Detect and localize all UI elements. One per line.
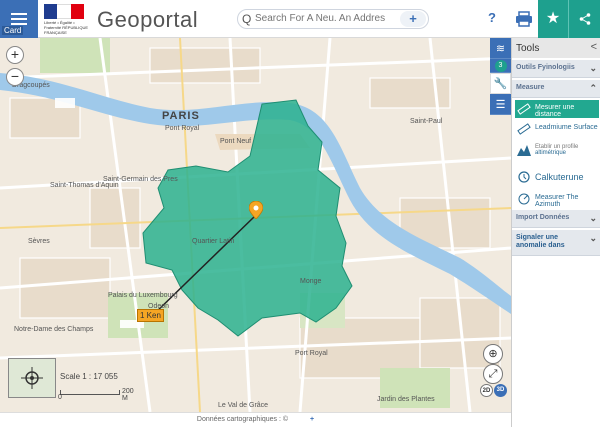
- chevron-down-icon: ⌄: [589, 213, 597, 223]
- expand-icon: ⤢: [488, 368, 498, 380]
- section-label: Measure: [516, 84, 545, 91]
- street-label: Monge: [300, 278, 322, 285]
- tool-label: Calkuterune: [535, 172, 584, 182]
- search-icon: Q: [242, 12, 252, 26]
- overview-minimap[interactable]: [8, 358, 56, 398]
- fullscreen-button[interactable]: ⤢: [483, 364, 503, 384]
- zoom-in-button[interactable]: +: [6, 46, 24, 64]
- city-label: PARIS: [162, 110, 200, 122]
- street-label: Quartier Latin: [192, 238, 235, 245]
- wrench-icon: 🔧: [493, 78, 508, 90]
- street-label: Jardin des Plantes: [377, 396, 435, 403]
- scale-bar: [60, 390, 120, 395]
- footer: Données cartographiques : © +: [0, 412, 511, 427]
- section-label: Outils Fyinologiis: [516, 64, 575, 71]
- distance-label: 1 Ken: [137, 309, 164, 322]
- tool-elevation-profile[interactable]: Etablir un profile altimétrique: [515, 140, 599, 164]
- tools-button[interactable]: 🔧: [490, 73, 511, 94]
- search-box: Q +: [237, 9, 429, 29]
- credits-expand-button[interactable]: +: [310, 416, 314, 423]
- street-label: Saint-Paul: [410, 118, 443, 125]
- panel-title: Tools <: [512, 38, 600, 58]
- share-button[interactable]: [568, 0, 600, 38]
- section-report-anomaly[interactable]: Signaler une anomalie dans ⌄: [512, 230, 600, 256]
- tool-label: Measurer The Azimuth: [535, 194, 579, 208]
- hamburger-icon: [11, 18, 27, 20]
- street-label: Pont Neuf: [220, 138, 252, 145]
- scale-text: Scale 1 : 17 055: [60, 372, 118, 381]
- layers-count: 3: [490, 59, 511, 73]
- star-icon: ★: [545, 10, 561, 27]
- legend-button[interactable]: ☰: [490, 94, 511, 115]
- section-graphic-tools[interactable]: Outils Fyinologiis ⌄: [512, 60, 600, 78]
- location-marker-icon[interactable]: [249, 201, 263, 219]
- brand-title[interactable]: Geoportal: [97, 7, 198, 33]
- header: Card Liberté • Égalité • Fraternité RÉPU…: [0, 0, 600, 38]
- crosshair-icon: ⊕: [488, 348, 498, 360]
- geoportal-app: Card Liberté • Égalité • Fraternité RÉPU…: [0, 0, 600, 427]
- street-label: Sèvres: [28, 238, 50, 245]
- tool-measure-azimuth[interactable]: Measurer The Azimuth: [515, 190, 599, 208]
- street-label: Le Val de Grâce: [218, 402, 269, 409]
- scale-zero: 0: [58, 394, 62, 401]
- layers-count-badge: 3: [494, 59, 507, 72]
- layers-button[interactable]: ≋: [490, 38, 511, 59]
- chevron-down-icon: ⌄: [589, 233, 597, 243]
- map-canvas[interactable]: [0, 38, 511, 412]
- tool-measure-surface[interactable]: Leadmiume Surface: [515, 120, 599, 138]
- tool-measure-distance[interactable]: Mesurer une distance: [515, 100, 599, 118]
- zoom-controls: + −: [6, 46, 24, 90]
- layers-icon: ≋: [495, 42, 506, 55]
- side-toolbar: ≋ 3 🔧 ☰: [490, 38, 511, 148]
- mode-2d-button[interactable]: 2D: [480, 384, 493, 397]
- street-label: Palais du Luxembourg: [108, 292, 178, 299]
- chevron-up-icon: ⌃: [589, 83, 597, 93]
- minimap-target-icon: [21, 367, 43, 389]
- ruler-icon: [517, 103, 531, 115]
- geolocate-button[interactable]: ⊕: [483, 344, 503, 364]
- tool-label: Mesurer une distance: [535, 104, 575, 118]
- favorite-button[interactable]: ★: [538, 0, 568, 38]
- map-credits: Données cartographiques : ©: [196, 416, 289, 423]
- street-label: Pont Royal: [165, 125, 200, 132]
- street-label: Notre-Dame des Champs: [14, 326, 94, 333]
- scale-value: 200 M: [122, 388, 134, 402]
- section-measure[interactable]: Measure ⌃: [512, 80, 600, 98]
- mode-3d-button[interactable]: 3D: [494, 384, 507, 397]
- scale-widget: Scale 1 : 17 055 0 200 M: [58, 370, 138, 404]
- tools-panel: Tools < Outils Fyinologiis ⌄ Measure ⌃ M…: [511, 38, 600, 427]
- search-input[interactable]: [255, 13, 385, 24]
- calculator-icon: [518, 171, 530, 183]
- street-label: Port Royal: [295, 350, 328, 357]
- surface-icon: [517, 123, 531, 135]
- section-label: Signaler une anomalie dans: [516, 234, 565, 249]
- map-view[interactable]: PARIS Dragcoupés Saint-Germain des Pres …: [0, 38, 511, 412]
- republique-francaise-logo[interactable]: Liberté • Égalité • Fraternité RÉPUBLIQU…: [44, 4, 92, 35]
- panel-title-text: Tools: [516, 43, 540, 54]
- street-label: Saint-Thomas d'Aquin: [50, 182, 119, 189]
- tool-calculate[interactable]: Calkuterune: [515, 168, 599, 186]
- section-label: Import Données: [516, 214, 570, 221]
- share-icon: [579, 13, 590, 25]
- panel-close-button[interactable]: <: [591, 41, 597, 53]
- french-flag-icon: [44, 4, 84, 19]
- chevron-down-icon: ⌄: [589, 63, 597, 73]
- print-icon[interactable]: [514, 11, 534, 27]
- tool-sublabel: altimétrique: [535, 150, 567, 156]
- logo-text: Liberté • Égalité • Fraternité RÉPUBLIQU…: [44, 20, 89, 35]
- section-import-data[interactable]: Import Données ⌄: [512, 210, 600, 228]
- help-button[interactable]: ?: [488, 10, 496, 25]
- search-add-button[interactable]: +: [400, 11, 426, 27]
- azimuth-icon: [518, 193, 530, 205]
- zoom-out-button[interactable]: −: [6, 68, 24, 86]
- card-label: Card: [2, 26, 24, 35]
- list-icon: ☰: [495, 98, 506, 111]
- tool-label: Leadmiume Surface: [535, 124, 598, 131]
- profile-icon: [517, 145, 531, 156]
